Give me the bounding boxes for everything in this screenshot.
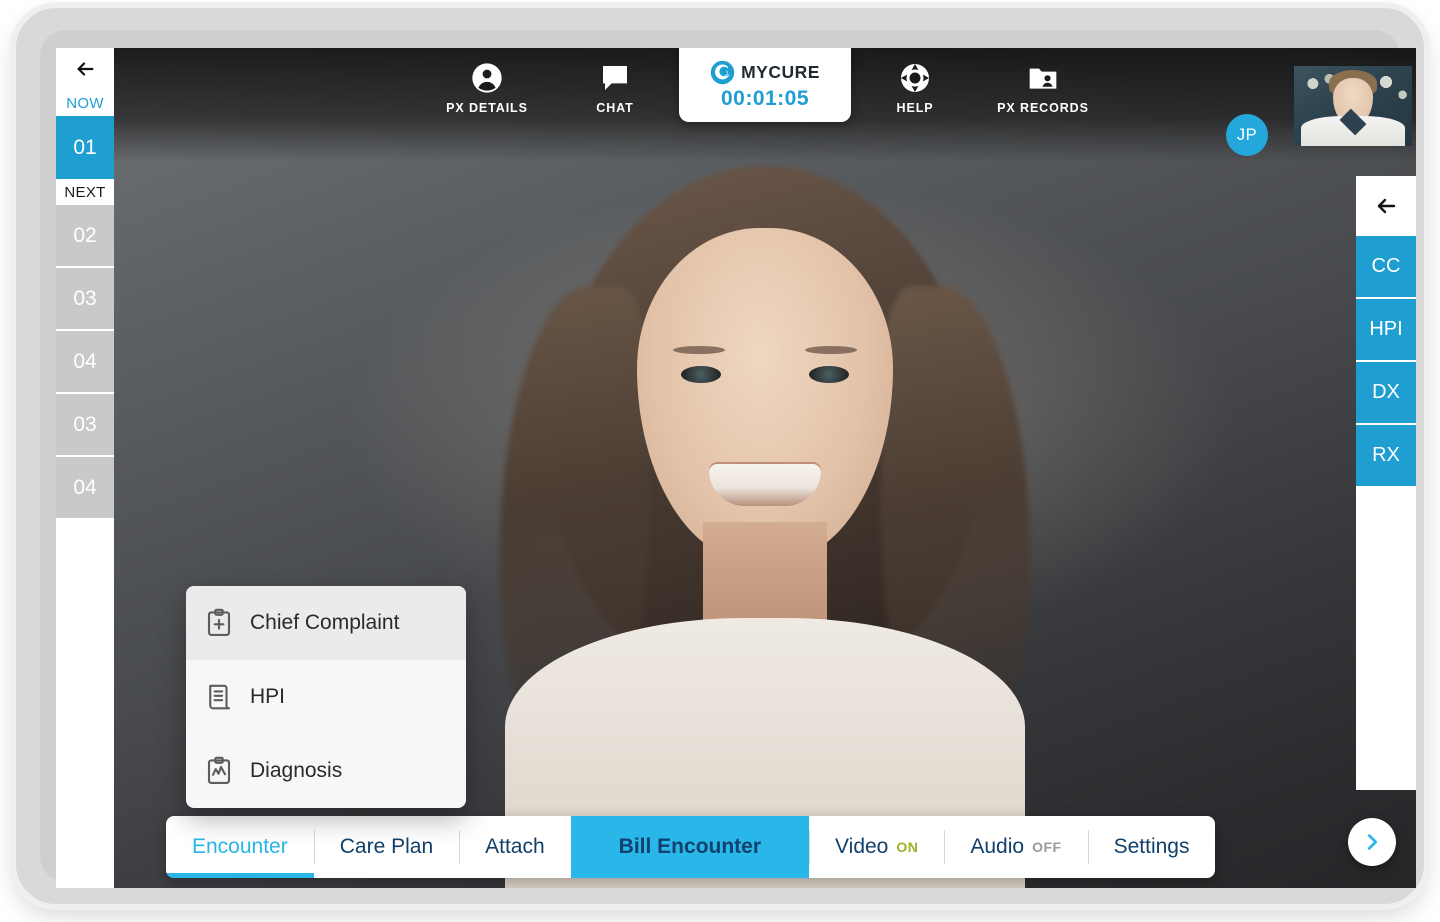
queue-sidebar-filler	[56, 520, 114, 888]
help-button[interactable]: HELP	[851, 48, 979, 115]
self-view-thumbnail[interactable]	[1294, 66, 1412, 146]
user-circle-icon	[472, 63, 502, 93]
encounter-context-menu: Chief Complaint HPI Diagnosis	[186, 586, 466, 808]
records-back-button[interactable]	[1356, 176, 1416, 236]
tablet-bezel: NOW 01 NEXT 02 03 04 03 04 PX DETAILS CH…	[16, 8, 1424, 904]
bottom-tab-bar: Encounter Care Plan Attach Bill Encounte…	[166, 816, 1216, 878]
arrow-left-icon	[1377, 198, 1396, 214]
menu-item-hpi[interactable]: HPI	[186, 660, 466, 734]
queue-sidebar: NOW 01 NEXT 02 03 04 03 04	[56, 48, 114, 888]
app-screen: NOW 01 NEXT 02 03 04 03 04 PX DETAILS CH…	[56, 48, 1416, 888]
tab-encounter[interactable]: Encounter	[166, 816, 314, 878]
next-patient-button[interactable]	[1348, 818, 1396, 866]
user-avatar[interactable]: JP	[1226, 114, 1268, 156]
chat-button[interactable]: CHAT	[551, 48, 679, 115]
menu-item-label: Chief Complaint	[250, 611, 400, 634]
audio-toggle-state: OFF	[1032, 839, 1062, 855]
menu-item-label: Diagnosis	[250, 759, 343, 782]
audio-toggle-label: Audio	[970, 835, 1025, 858]
queue-item[interactable]: 02	[56, 205, 114, 268]
records-item-hpi[interactable]: HPI	[1356, 299, 1416, 362]
brand-row: MYCURE	[710, 60, 820, 85]
tab-care-plan[interactable]: Care Plan	[313, 816, 459, 878]
queue-now-label: NOW	[56, 90, 114, 116]
call-timer: 00:01:05	[720, 86, 810, 110]
menu-item-label: HPI	[250, 685, 286, 708]
tab-settings[interactable]: Settings	[1087, 816, 1216, 878]
menu-item-diagnosis[interactable]: Diagnosis	[186, 734, 466, 808]
chevron-right-icon	[1367, 834, 1378, 850]
life-ring-icon	[901, 64, 929, 92]
top-toolbar-actions: PX DETAILS CHAT MYCURE 00:01:05 HELP PX …	[114, 48, 1416, 130]
help-label: HELP	[896, 101, 934, 115]
menu-item-chief-complaint[interactable]: Chief Complaint	[186, 586, 466, 660]
px-records-label: PX RECORDS	[997, 101, 1089, 115]
chat-label: CHAT	[596, 101, 634, 115]
clipboard-plus-icon	[207, 608, 231, 636]
video-toggle-state: ON	[896, 839, 919, 855]
chat-bubble-icon	[603, 66, 627, 90]
records-item-rx[interactable]: RX	[1356, 425, 1416, 488]
px-details-label: PX DETAILS	[446, 101, 528, 115]
px-records-button[interactable]: PX RECORDS	[979, 48, 1107, 115]
arrow-left-icon	[77, 62, 94, 76]
queue-back-button[interactable]	[56, 48, 114, 90]
brand-name: MYCURE	[741, 61, 820, 82]
document-lines-icon	[209, 684, 231, 710]
bill-encounter-button[interactable]: Bill Encounter	[570, 816, 810, 878]
video-toggle[interactable]: Video ON	[809, 816, 944, 878]
brand-timer-card[interactable]: MYCURE 00:01:05	[679, 48, 851, 122]
queue-item[interactable]: 03	[56, 268, 114, 331]
patient-video-subject	[499, 166, 1031, 888]
records-sidebar-filler	[1356, 488, 1416, 788]
records-item-dx[interactable]: DX	[1356, 362, 1416, 425]
queue-item[interactable]: 03	[56, 394, 114, 457]
mycure-swirl-logo-icon	[710, 60, 735, 84]
clipboard-chart-icon	[207, 756, 231, 784]
folder-user-icon	[1029, 68, 1057, 89]
tab-attach[interactable]: Attach	[459, 816, 571, 878]
video-toggle-label: Video	[835, 835, 889, 858]
records-item-cc[interactable]: CC	[1356, 236, 1416, 299]
queue-item[interactable]: 04	[56, 331, 114, 394]
audio-toggle[interactable]: Audio OFF	[944, 816, 1087, 878]
queue-next-label: NEXT	[56, 179, 114, 205]
queue-item[interactable]: 04	[56, 457, 114, 520]
px-details-button[interactable]: PX DETAILS	[423, 48, 551, 115]
queue-item-current[interactable]: 01	[56, 116, 114, 179]
records-sidebar: CC HPI DX RX	[1356, 176, 1416, 790]
